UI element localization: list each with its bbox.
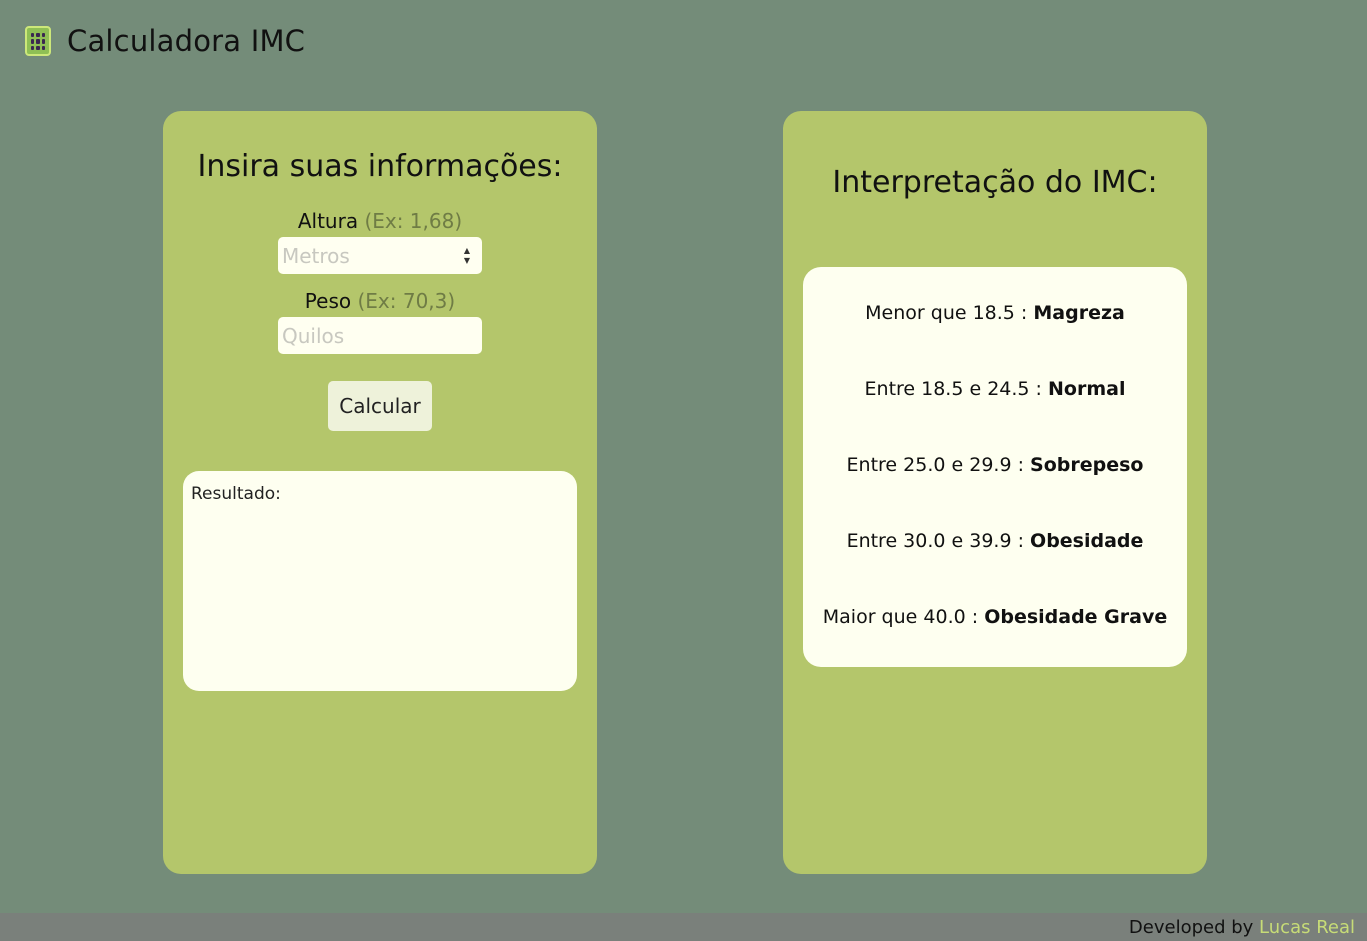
range-row: Maior que 40.0 : Obesidade Grave <box>803 606 1187 628</box>
range-text: Entre 18.5 e 24.5 : <box>864 378 1048 400</box>
range-category: Obesidade <box>1030 530 1144 552</box>
range-row: Entre 18.5 e 24.5 : Normal <box>803 378 1187 400</box>
peso-label-text: Peso <box>304 289 352 313</box>
altura-label: Altura (Ex: 1,68) <box>163 209 597 233</box>
range-category: Sobrepeso <box>1030 454 1144 476</box>
spinner-up-icon[interactable]: ▲ <box>464 246 470 256</box>
altura-hint: (Ex: 1,68) <box>364 209 463 233</box>
spinner-down-icon[interactable]: ▼ <box>464 256 470 266</box>
result-label: Resultado: <box>191 484 281 504</box>
form-title: Insira suas informações: <box>197 149 563 184</box>
range-text: Menor que 18.5 : <box>865 302 1034 324</box>
footer-credit: Developed by Lucas Real <box>1129 917 1355 938</box>
result-box: Resultado: <box>183 471 577 691</box>
range-text: Entre 25.0 e 29.9 : <box>846 454 1031 476</box>
interpretation-title: Interpretação do IMC: <box>832 165 1158 200</box>
range-text: Entre 30.0 e 39.9 : <box>846 530 1031 552</box>
number-spinner[interactable]: ▲ ▼ <box>460 243 474 269</box>
peso-label: Peso (Ex: 70,3) <box>163 289 597 313</box>
footer: Developed by Lucas Real <box>0 913 1367 941</box>
calcular-button[interactable]: Calcular <box>328 381 432 431</box>
range-row: Entre 25.0 e 29.9 : Sobrepeso <box>803 454 1187 476</box>
ranges-box: Menor que 18.5 : Magreza Entre 18.5 e 24… <box>803 267 1187 667</box>
header: Calculadora IMC <box>25 24 305 58</box>
range-category: Obesidade Grave <box>984 606 1168 628</box>
range-category: Normal <box>1048 378 1126 400</box>
app-title: Calculadora IMC <box>67 24 306 58</box>
range-row: Entre 30.0 e 39.9 : Obesidade <box>803 530 1187 552</box>
altura-label-text: Altura <box>297 209 359 233</box>
range-row: Menor que 18.5 : Magreza <box>803 302 1187 324</box>
author-link[interactable]: Lucas Real <box>1259 917 1355 938</box>
peso-hint: (Ex: 70,3) <box>357 289 456 313</box>
peso-input[interactable] <box>278 317 482 354</box>
altura-input[interactable] <box>278 237 482 274</box>
range-category: Magreza <box>1033 302 1125 324</box>
interpretation-panel: Interpretação do IMC: Menor que 18.5 : M… <box>783 111 1207 874</box>
footer-prefix: Developed by <box>1128 917 1260 938</box>
form-panel: Insira suas informações: Altura (Ex: 1,6… <box>163 111 597 874</box>
calculator-icon <box>25 26 51 56</box>
range-text: Maior que 40.0 : <box>822 606 985 628</box>
